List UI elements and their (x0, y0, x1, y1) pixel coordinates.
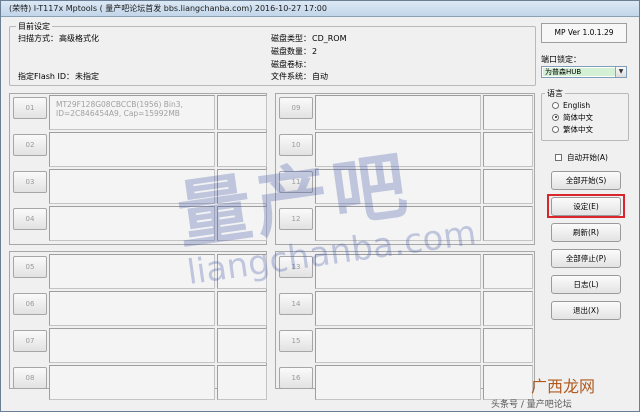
settings-group-legend: 目前设定 (16, 21, 52, 32)
slot-info-box (315, 95, 481, 130)
language-traditional-label: 繁体中文 (563, 125, 593, 134)
slot-status-box (217, 132, 267, 167)
radio-english[interactable] (552, 101, 559, 109)
slot-button[interactable]: 16 (279, 367, 313, 389)
language-simplified-label: 简体中文 (563, 113, 593, 122)
auto-start-check[interactable] (555, 153, 562, 161)
slot-info-box (315, 132, 481, 167)
slot-status-box (483, 328, 533, 363)
slot-info-box (315, 328, 481, 363)
corner-watermark-site: 广西龙网 (531, 377, 596, 396)
disk-label-info: 磁盘卷标： (271, 60, 312, 70)
slot-button[interactable]: 03 (13, 171, 47, 193)
slot-status-box (483, 365, 533, 400)
slot-status-box (483, 291, 533, 326)
slot-button[interactable]: 07 (13, 330, 47, 352)
slot-info-box: MT29F128G08CBCCB(1956) Bin3, ID=2C846454A… (49, 95, 215, 130)
slot-status-box (217, 169, 267, 204)
exit-button[interactable]: 退出(X) (551, 301, 621, 320)
mptools-window: (荣特) I-T117x Mptools ( 量产吧论坛首发 bbs.liang… (0, 0, 640, 412)
port-lock-label: 端口锁定： (541, 55, 581, 64)
log-button[interactable]: 日志(L) (551, 275, 621, 294)
filesystem-label: 文件系统： (271, 72, 311, 81)
slot-button[interactable]: 09 (279, 97, 313, 119)
scan-mode-value: 高级格式化 (59, 34, 99, 43)
slot-info-box (49, 365, 215, 400)
scan-mode-label: 扫描方式： (18, 34, 58, 43)
disk-count-info: 磁盘数量：2 (271, 47, 317, 57)
language-option-simplified[interactable]: 简体中文 (552, 113, 593, 122)
slot-button[interactable]: 02 (13, 134, 47, 156)
slot-status-box (483, 254, 533, 289)
disk-count-label: 磁盘数量： (271, 47, 311, 56)
slot-button[interactable]: 04 (13, 208, 47, 230)
slot-button[interactable]: 10 (279, 134, 313, 156)
slot-button[interactable]: 01 (13, 97, 47, 119)
refresh-button[interactable]: 刷新(R) (551, 223, 621, 242)
slot-info-box (49, 132, 215, 167)
slot-status-box (483, 95, 533, 130)
disk-type-label: 磁盘类型： (271, 34, 311, 43)
slot-info-box (315, 169, 481, 204)
flash-id-label: 指定Flash ID： (18, 72, 75, 81)
radio-simplified-chinese[interactable] (552, 113, 559, 121)
slot-status-box (217, 291, 267, 326)
slot-button[interactable]: 12 (279, 208, 313, 230)
slot-button[interactable]: 08 (13, 367, 47, 389)
auto-start-label: 自动开始(A) (567, 153, 608, 162)
chevron-down-icon[interactable]: ▼ (615, 67, 626, 77)
disk-type-info: 磁盘类型：CD_ROM (271, 34, 347, 44)
slot-status-box (217, 328, 267, 363)
radio-traditional-chinese[interactable] (552, 125, 559, 133)
slot-info-box (315, 365, 481, 400)
port-lock-select[interactable]: 为普森HUB ▼ (541, 66, 627, 78)
language-option-traditional[interactable]: 繁体中文 (552, 125, 593, 134)
slot-status-box (483, 169, 533, 204)
language-group-legend: 语言 (545, 88, 565, 99)
slot-button[interactable]: 05 (13, 256, 47, 278)
language-english-label: English (563, 101, 591, 110)
slot-info-box (49, 169, 215, 204)
disk-type-value: CD_ROM (312, 34, 347, 43)
slot-status-box (483, 206, 533, 241)
slot-status-box (217, 95, 267, 130)
filesystem-value: 自动 (312, 72, 328, 81)
disk-label-label: 磁盘卷标： (271, 60, 311, 69)
slot-button[interactable]: 14 (279, 293, 313, 315)
settings-button[interactable]: 设定(E) (551, 197, 621, 216)
slot-info-box (315, 254, 481, 289)
slot-info-box (49, 254, 215, 289)
port-lock-value: 为普森HUB (543, 68, 615, 76)
slot-status-box (483, 132, 533, 167)
slot-button[interactable]: 06 (13, 293, 47, 315)
slot-button[interactable]: 15 (279, 330, 313, 352)
slot-info-line1: MT29F128G08CBCCB(1956) Bin3, (56, 100, 183, 109)
slot-info-box (49, 291, 215, 326)
version-display: MP Ver 1.0.1.29 (541, 23, 627, 43)
slot-status-box (217, 206, 267, 241)
auto-start-checkbox[interactable]: 自动开始(A) (555, 153, 608, 162)
slot-info-text: MT29F128G08CBCCB(1956) Bin3, ID=2C846454A… (56, 100, 183, 118)
language-option-english[interactable]: English (552, 101, 590, 110)
slot-info-box (49, 328, 215, 363)
start-all-button[interactable]: 全部开始(S) (551, 171, 621, 190)
slot-info-line2: ID=2C846454A9, Cap=15992MB (56, 109, 180, 118)
slot-info-box (315, 206, 481, 241)
title-bar: (荣特) I-T117x Mptools ( 量产吧论坛首发 bbs.liang… (1, 1, 639, 17)
filesystem-info: 文件系统：自动 (271, 72, 328, 82)
slot-info-box (315, 291, 481, 326)
slot-status-box (217, 365, 267, 400)
slot-button[interactable]: 13 (279, 256, 313, 278)
flash-id-info: 指定Flash ID：未指定 (18, 72, 99, 82)
scan-mode-info: 扫描方式：高级格式化 (18, 34, 99, 44)
slot-button[interactable]: 11 (279, 171, 313, 193)
disk-count-value: 2 (312, 47, 318, 56)
slot-info-box (49, 206, 215, 241)
stop-all-button[interactable]: 全部停止(P) (551, 249, 621, 268)
slot-status-box (217, 254, 267, 289)
flash-id-value: 未指定 (75, 72, 100, 81)
